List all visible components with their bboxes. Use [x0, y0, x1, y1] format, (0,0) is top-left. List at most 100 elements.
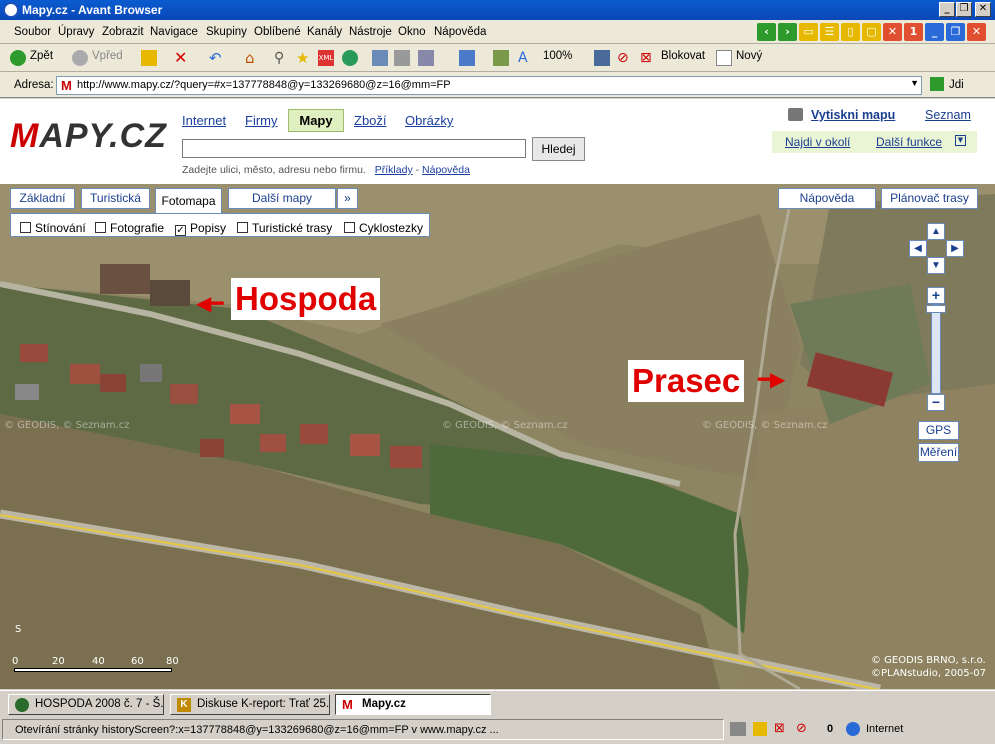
map-help-button[interactable]: Nápověda: [778, 188, 876, 209]
edit-icon[interactable]: [372, 50, 388, 66]
pan-down-icon[interactable]: ▼: [927, 257, 945, 274]
nav-internet[interactable]: Internet: [182, 113, 226, 128]
close-all-icon[interactable]: ✕: [883, 23, 902, 41]
tab-mapy[interactable]: M Mapy.cz: [335, 694, 491, 715]
nav-mapy[interactable]: Mapy: [288, 109, 344, 132]
address-input[interactable]: M http://www.mapy.cz/?query=#x=137778848…: [56, 76, 922, 95]
tab-dalsi-mapy[interactable]: Další mapy: [228, 188, 336, 209]
cascade-icon[interactable]: ▭: [799, 23, 818, 41]
search-button[interactable]: Hledej: [532, 137, 585, 161]
tab-turisticka[interactable]: Turistická: [81, 188, 150, 209]
zoom-out-icon[interactable]: −: [927, 394, 945, 411]
block-popup-icon[interactable]: ⊘: [617, 50, 633, 66]
tab-diskuse[interactable]: K Diskuse K-report: Trať 25...: [170, 694, 330, 715]
menu-navigace[interactable]: Navigace: [150, 26, 198, 38]
menu-okno[interactable]: Okno: [398, 26, 426, 38]
menu-soubor[interactable]: Soubor: [14, 26, 51, 38]
restore-button[interactable]: ❐: [956, 2, 972, 17]
tab-fotomapa[interactable]: Fotomapa: [155, 188, 222, 214]
prev-window-icon[interactable]: ‹: [757, 23, 776, 41]
layer-checkbox[interactable]: [95, 222, 106, 233]
measure-button[interactable]: Měření: [918, 443, 959, 462]
seznam-link[interactable]: Seznam: [925, 108, 971, 122]
pan-right-icon[interactable]: ▶: [946, 240, 964, 257]
menu-nastroje[interactable]: Nástroje: [349, 26, 392, 38]
menu-skupiny[interactable]: Skupiny: [206, 26, 247, 38]
window-title: Mapy.cz - Avant Browser: [22, 3, 163, 17]
favorites-icon[interactable]: ★: [296, 50, 312, 66]
zoom-slider[interactable]: [931, 304, 941, 394]
close-button[interactable]: ✕: [975, 2, 991, 17]
gps-button[interactable]: GPS: [918, 421, 959, 440]
refresh-icon[interactable]: [141, 50, 157, 66]
menu-kanaly[interactable]: Kanály: [307, 26, 342, 38]
stop-icon[interactable]: ✕: [174, 50, 190, 66]
examples-link[interactable]: Příklady: [375, 164, 413, 176]
expand-icon[interactable]: ▼: [955, 135, 966, 146]
new-button[interactable]: Nový: [736, 50, 762, 62]
xml-feed-icon[interactable]: XML: [318, 50, 334, 66]
zoom-select[interactable]: 100%: [543, 50, 572, 62]
site-logo[interactable]: MAPY.CZ: [10, 117, 167, 156]
block-flash-icon[interactable]: ⊠: [640, 50, 656, 66]
map-view[interactable]: Základní Turistická Fotomapa Další mapy …: [0, 184, 995, 689]
nearby-link[interactable]: Najdi v okolí: [785, 135, 850, 149]
menu-zobrazit[interactable]: Zobrazit: [102, 26, 144, 38]
font-size-icon[interactable]: A: [518, 50, 534, 66]
layer-checkbox[interactable]: [344, 222, 355, 233]
layer-stinovani[interactable]: Stínování: [20, 221, 86, 235]
flash-block-icon[interactable]: ⊘: [796, 722, 812, 736]
layer-cyklostezky[interactable]: Cyklostezky: [344, 221, 423, 235]
layer-popisy[interactable]: ✓ Popisy: [175, 221, 226, 236]
layer-turisticke-trasy[interactable]: Turistické trasy: [237, 221, 332, 235]
search-input[interactable]: [182, 139, 526, 158]
close-tab-icon[interactable]: ✕: [967, 23, 986, 41]
maximize-all-icon[interactable]: ▢: [862, 23, 881, 41]
block-button[interactable]: Blokovat: [661, 50, 705, 62]
restore-tab-icon[interactable]: ❐: [946, 23, 965, 41]
nav-firmy[interactable]: Firmy: [245, 113, 278, 128]
print-icon[interactable]: [394, 50, 410, 66]
route-planner-button[interactable]: Plánovač trasy: [881, 188, 978, 209]
print-map-link[interactable]: Vytiskni mapu: [811, 108, 895, 122]
tab-zakladni[interactable]: Základní: [10, 188, 75, 209]
tile-vertical-icon[interactable]: ▯: [841, 23, 860, 41]
pan-up-icon[interactable]: ▲: [927, 223, 945, 240]
zoom-in-icon[interactable]: +: [927, 287, 945, 304]
nav-zbozi[interactable]: Zboží: [354, 113, 387, 128]
more-functions-link[interactable]: Další funkce: [876, 135, 942, 149]
next-window-icon[interactable]: ›: [778, 23, 797, 41]
help-link[interactable]: Nápověda: [422, 164, 470, 176]
pan-left-icon[interactable]: ◀: [909, 240, 927, 257]
back-button[interactable]: Zpět: [30, 50, 53, 62]
dropdown-arrow-icon[interactable]: ▼: [910, 78, 919, 88]
blocked-icon[interactable]: ⊠: [774, 722, 790, 736]
single-window-icon[interactable]: 1: [904, 23, 923, 41]
go-button[interactable]: Jdi: [949, 79, 964, 91]
menu-oblibene[interactable]: Oblíbené: [254, 26, 301, 38]
layer-checkbox-checked[interactable]: ✓: [175, 225, 186, 236]
undo-icon[interactable]: ↶: [209, 50, 225, 66]
tab-hospoda[interactable]: HOSPODA 2008 č. 7 - Š...: [8, 694, 164, 715]
menu-napoveda[interactable]: Nápověda: [434, 26, 486, 38]
forward-button[interactable]: Vpřed: [92, 50, 123, 62]
minimize-tab-icon[interactable]: _: [925, 23, 944, 41]
search-icon[interactable]: ⚲: [274, 50, 290, 66]
lock-icon[interactable]: [753, 722, 767, 736]
mail-icon[interactable]: [418, 50, 434, 66]
home-icon[interactable]: ⌂: [245, 50, 261, 66]
nav-obrazky[interactable]: Obrázky: [405, 113, 453, 128]
minimize-button[interactable]: _: [939, 2, 955, 17]
menu-upravy[interactable]: Úpravy: [58, 26, 94, 38]
more-maps-chevron-icon[interactable]: »: [337, 188, 358, 209]
layer-checkbox[interactable]: [237, 222, 248, 233]
history-icon[interactable]: [342, 50, 358, 66]
image-icon[interactable]: [493, 50, 509, 66]
tile-horizontal-icon[interactable]: ☰: [820, 23, 839, 41]
media-icon[interactable]: [594, 50, 610, 66]
layer-checkbox[interactable]: [20, 222, 31, 233]
zoom-slider-handle[interactable]: [926, 305, 946, 313]
popup-icon[interactable]: [730, 722, 746, 736]
window-icon[interactable]: [459, 50, 475, 66]
layer-fotografie[interactable]: Fotografie: [95, 221, 164, 235]
